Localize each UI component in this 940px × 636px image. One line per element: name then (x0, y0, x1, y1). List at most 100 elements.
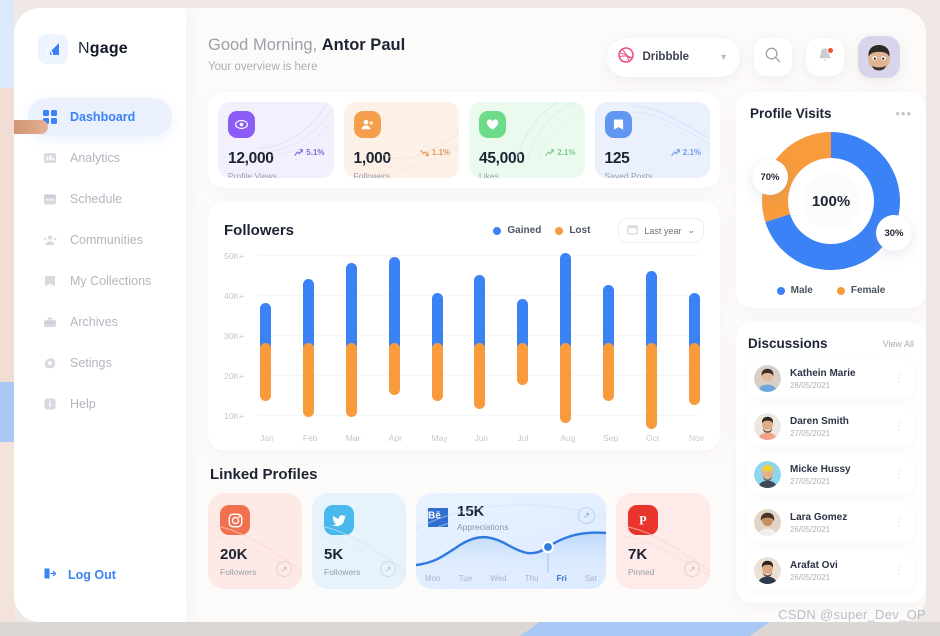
cursor-pointer (14, 120, 48, 134)
gear-icon (42, 355, 58, 371)
sidebar-item-help[interactable]: Help (28, 385, 172, 423)
legend-swatch (493, 226, 502, 235)
source-label: Dribbble (642, 51, 690, 63)
sidebar-item-archives[interactable]: Archives (28, 303, 172, 341)
view-all-link[interactable]: View All (883, 339, 914, 349)
more-horizontal-icon[interactable]: ••• (895, 106, 912, 121)
linked-profile-value: 5K (324, 546, 344, 563)
stat-pct: 1.1% (431, 148, 450, 157)
stat-card-followers[interactable]: 1,000 Followers 1.1% (343, 102, 459, 178)
more-vertical-icon[interactable]: ⋮ (894, 517, 908, 527)
discussion-meta: Micke Hussy 27/05/2021 (790, 464, 851, 486)
logout-button[interactable]: Log Out (28, 566, 116, 584)
legend-swatch (836, 286, 845, 295)
y-axis-label: 10K+ (224, 411, 245, 421)
legend-item-lost: Lost (555, 225, 590, 236)
followers-chart-card: Followers Gained Lost Last year ⌄ 50K+ 4… (208, 202, 720, 450)
stat-card-saved-posts[interactable]: 125 Saved Posts 2.1% (594, 102, 710, 178)
notifications-button[interactable] (806, 38, 844, 76)
more-vertical-icon[interactable]: ⋮ (894, 421, 908, 431)
discussion-item[interactable]: Micke Hussy 27/05/2021 ⋮ (748, 454, 914, 495)
sidebar-item-label: Archives (70, 315, 118, 329)
day-label: Thu (524, 574, 539, 583)
profile-visits-header: Profile Visits ••• (750, 106, 912, 121)
date-range-selector[interactable]: Last year ⌄ (618, 218, 704, 243)
stat-pct: 2.1% (682, 148, 701, 157)
watermark: CSDN @super_Dev_OP (778, 607, 926, 622)
trend-up-icon (545, 149, 555, 156)
discussion-name: Micke Hussy (790, 463, 851, 475)
trend-down-icon (420, 150, 429, 157)
sidebar-item-analytics[interactable]: Analytics (28, 139, 172, 177)
legend-label: Gained (507, 225, 542, 236)
discussion-item[interactable]: Kathein Marie 28/05/2021 ⋮ (748, 358, 914, 399)
greeting-prefix: Good Morning, (208, 36, 322, 54)
sidebar-item-schedule[interactable]: Schedule (28, 180, 172, 218)
linked-profile-behance[interactable]: Bē 15K Appreciations ↗ Mon Tue Wed Thu F… (416, 493, 606, 589)
y-axis-label: 30K+ (224, 331, 245, 341)
followers-chart-header: Followers Gained Lost Last year ⌄ (224, 218, 704, 243)
chevron-down-icon: ▼ (719, 52, 728, 62)
sidebar-item-dashboard[interactable]: Dashboard (28, 98, 172, 136)
more-vertical-icon[interactable]: ⋮ (894, 373, 908, 383)
arrow-up-right-icon[interactable]: ↗ (380, 561, 396, 577)
sidebar: Ngage Dashboard Analytics Schedule Commu… (14, 8, 186, 622)
logout-label: Log Out (68, 568, 116, 582)
avatar (754, 509, 781, 536)
frame-edge-peach-lower (0, 442, 14, 636)
search-button[interactable] (754, 38, 792, 76)
x-axis-label: Apr (388, 433, 402, 443)
more-vertical-icon[interactable]: ⋮ (894, 565, 908, 575)
bar-column-aug[interactable] (560, 253, 572, 423)
stat-pct: 5.1% (306, 148, 325, 157)
bar-column-oct[interactable] (646, 255, 658, 429)
stat-card-profile-views[interactable]: 12,000 Profile Views 5.1% (218, 102, 334, 178)
bar-column-mar[interactable] (345, 255, 357, 419)
linked-profile-value: 20K (220, 546, 248, 563)
discussion-date: 26/05/2021 (790, 572, 831, 582)
linked-profiles-row: 20K Followers ↗ 5K Followers ↗ Bē 15K Ap… (208, 493, 720, 589)
bar-column-jul[interactable] (517, 255, 529, 419)
arrow-up-right-icon[interactable]: ↗ (276, 561, 292, 577)
profile-visits-title: Profile Visits (750, 106, 832, 121)
linked-profile-instagram[interactable]: 20K Followers ↗ (208, 493, 302, 589)
arrow-up-right-icon[interactable]: ↗ (684, 561, 700, 577)
stat-pct: 2.1% (557, 148, 576, 157)
day-label: Wed (490, 574, 507, 583)
bar-column-feb[interactable] (302, 255, 314, 419)
behance-day-labels: Mon Tue Wed Thu Fri Sat (416, 574, 606, 583)
discussion-item[interactable]: Daren Smith 27/05/2021 ⋮ (748, 406, 914, 447)
bar-column-may[interactable] (431, 255, 443, 419)
sidebar-item-label: Setings (70, 356, 112, 370)
linked-profile-pinterest[interactable]: P 7K Pinned ↗ (616, 493, 710, 589)
date-range-label: Last year (644, 225, 682, 236)
sidebar-item-label: Schedule (70, 192, 123, 206)
linked-profile-twitter[interactable]: 5K Followers ↗ (312, 493, 406, 589)
bar-column-sep[interactable] (603, 255, 615, 419)
sidebar-item-settings[interactable]: Setings (28, 344, 172, 382)
discussion-item[interactable]: Arafat Ovi 26/05/2021 ⋮ (748, 550, 914, 591)
y-axis-label: 50K+ (224, 251, 245, 261)
discussion-item[interactable]: Lara Gomez 26/05/2021 ⋮ (748, 502, 914, 543)
legend-label: Male (790, 285, 813, 296)
bar-column-nov[interactable] (688, 255, 700, 419)
trend-up-icon (294, 149, 304, 156)
source-selector[interactable]: Dribbble ▼ (607, 37, 740, 77)
stat-card-likes[interactable]: 45,000 Likes 2.1% (469, 102, 585, 178)
brand-name: Ngage (78, 40, 128, 58)
discussion-date: 28/05/2021 (790, 380, 831, 390)
bar-column-jan[interactable] (260, 255, 271, 419)
more-vertical-icon[interactable]: ⋮ (894, 469, 908, 479)
search-icon (764, 46, 782, 69)
sidebar-item-communities[interactable]: Communities (28, 221, 172, 259)
frame-edge-peach (0, 88, 14, 382)
x-axis-labels: Jan Feb Mar Apr May Jun Jul Aug Sep Oct … (260, 433, 704, 443)
sidebar-nav: Dashboard Analytics Schedule Communities (14, 98, 186, 423)
sidebar-item-my-collections[interactable]: My Collections (28, 262, 172, 300)
page-subtitle: Your overview is here (208, 61, 318, 73)
avatar[interactable] (858, 36, 900, 78)
bar-column-apr[interactable] (388, 255, 400, 419)
calendar-icon (42, 191, 58, 207)
info-icon (42, 396, 58, 412)
bar-column-jun[interactable] (474, 255, 486, 419)
